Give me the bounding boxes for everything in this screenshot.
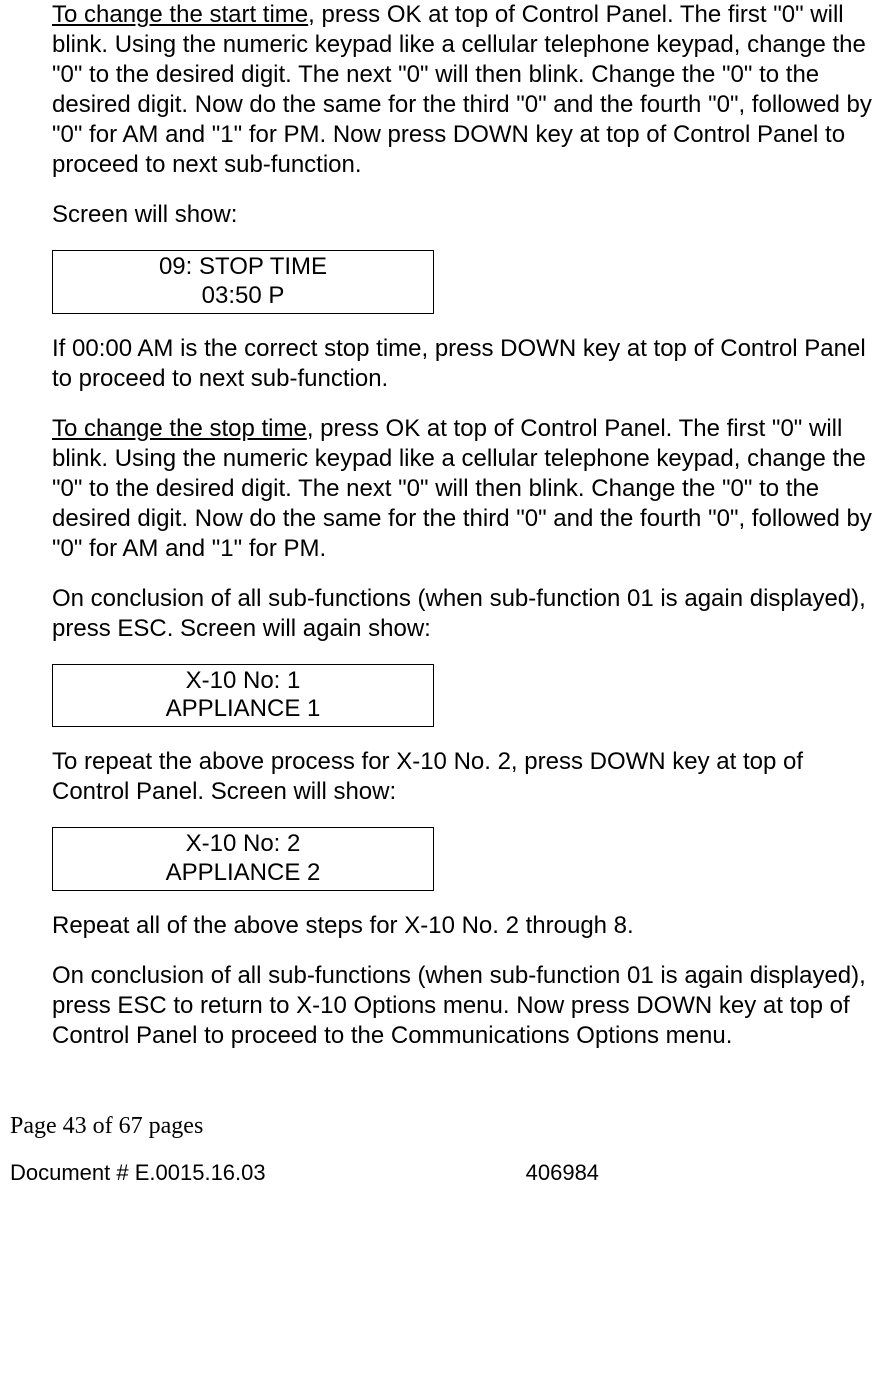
screen-display-stop-time: 09: STOP TIME 03:50 P bbox=[52, 250, 434, 314]
paragraph-change-start-time: To change the start time, press OK at to… bbox=[52, 0, 872, 180]
document-info: Document # E.0015.16.03 406984 bbox=[10, 1159, 872, 1187]
paragraph-conclusion-return: On conclusion of all sub-functions (when… bbox=[52, 961, 872, 1051]
paragraph-screen-will-show: Screen will show: bbox=[52, 200, 872, 230]
screen-line-2: 03:50 P bbox=[53, 282, 433, 311]
paragraph-conclusion-esc: On conclusion of all sub-functions (when… bbox=[52, 584, 872, 644]
underline-change-start-time: To change the start time bbox=[52, 1, 308, 28]
document-number: Document # E.0015.16.03 bbox=[10, 1160, 266, 1185]
underline-change-stop-time: To change the stop time bbox=[52, 415, 307, 442]
screen-line-1: 09: STOP TIME bbox=[53, 253, 433, 282]
document-code: 406984 bbox=[526, 1159, 599, 1187]
screen-display-appliance-1: X-10 No: 1 APPLIANCE 1 bbox=[52, 664, 434, 728]
screen-line-1: X-10 No: 2 bbox=[53, 830, 433, 859]
screen-display-appliance-2: X-10 No: 2 APPLIANCE 2 bbox=[52, 827, 434, 891]
paragraph-repeat-steps: Repeat all of the above steps for X-10 N… bbox=[52, 911, 872, 941]
screen-line-2: APPLIANCE 1 bbox=[53, 695, 433, 724]
screen-line-1: X-10 No: 1 bbox=[53, 667, 433, 696]
screen-line-2: APPLIANCE 2 bbox=[53, 859, 433, 888]
paragraph-if-correct-stop-time: If 00:00 AM is the correct stop time, pr… bbox=[52, 334, 872, 394]
paragraph-change-stop-time: To change the stop time, press OK at top… bbox=[52, 414, 872, 564]
paragraph-repeat-x10-2: To repeat the above process for X-10 No.… bbox=[52, 747, 872, 807]
page-number: Page 43 of 67 pages bbox=[10, 1111, 872, 1141]
